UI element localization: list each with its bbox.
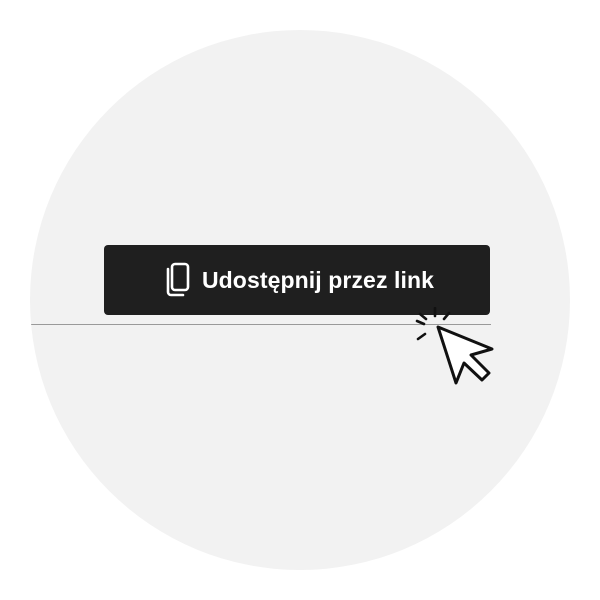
background-circle: Udostępnij przez link (30, 30, 570, 570)
share-button-label: Udostępnij przez link (201, 266, 435, 293)
pointer-cursor-click-icon (415, 307, 494, 385)
share-via-link-button[interactable]: Udostępnij przez link (104, 245, 490, 315)
copy-icon (160, 261, 192, 299)
stage: Udostępnij przez link (0, 0, 600, 600)
